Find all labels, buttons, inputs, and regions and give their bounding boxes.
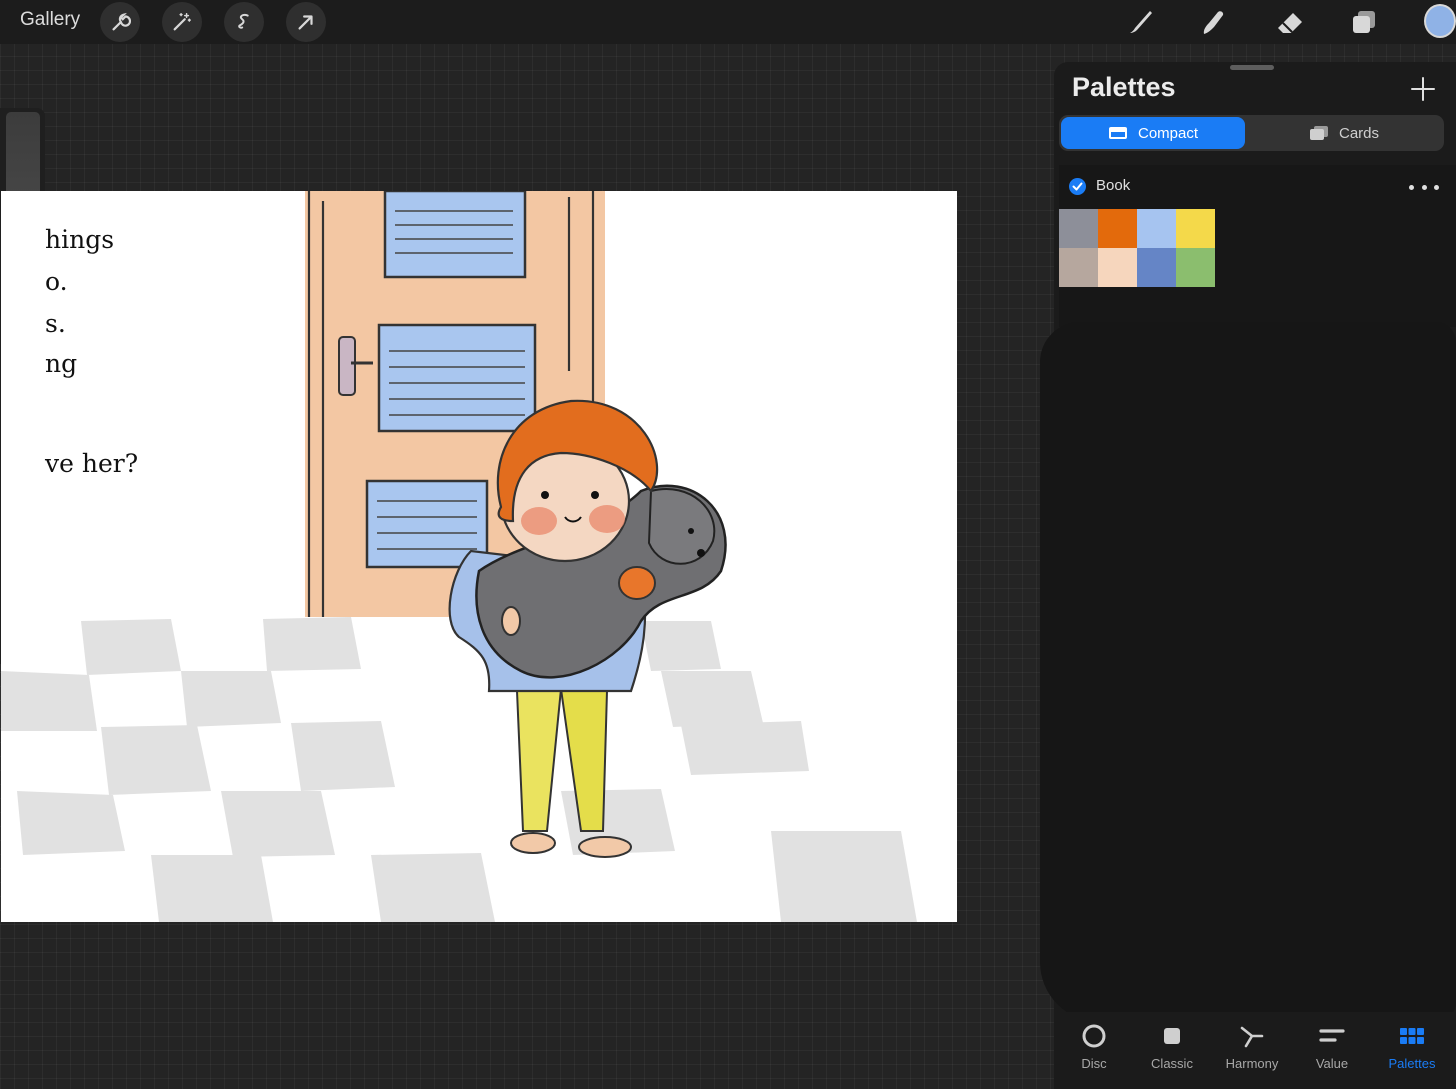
color-swatch[interactable] — [1137, 248, 1176, 287]
color-swatch[interactable] — [1098, 209, 1137, 248]
story-text-line: s. — [45, 309, 66, 338]
selection-icon[interactable] — [224, 2, 264, 42]
palette-swatches — [1059, 209, 1456, 327]
palette-header-book[interactable]: Book — [1059, 165, 1456, 209]
transform-arrow-icon[interactable] — [286, 2, 326, 42]
story-text-line: ng — [45, 349, 78, 378]
tab-value[interactable]: Value — [1292, 1022, 1372, 1082]
tab-harmony[interactable]: Harmony — [1212, 1022, 1292, 1082]
tab-disc[interactable]: Disc — [1054, 1022, 1134, 1082]
palettes-icon — [1400, 1028, 1424, 1044]
smudge-icon[interactable] — [1196, 4, 1232, 40]
panel-title: Palettes — [1072, 72, 1176, 102]
color-swatch[interactable] — [1176, 209, 1215, 248]
magic-wand-icon[interactable] — [162, 2, 202, 42]
color-swatch[interactable] — [1137, 209, 1176, 248]
layers-icon[interactable] — [1346, 4, 1382, 40]
redacted-region — [1040, 322, 1456, 1022]
story-text-line: o. — [45, 267, 68, 296]
tab-label: Value — [1315, 1056, 1349, 1071]
color-swatch[interactable] — [1098, 248, 1137, 287]
value-icon — [1319, 1029, 1345, 1042]
color-mode-tabs: Disc Classic Harmony Value Palettes — [1054, 1012, 1456, 1089]
illustration — [1, 191, 917, 922]
panel-grabber[interactable] — [1230, 65, 1274, 70]
eraser-icon[interactable] — [1272, 4, 1308, 40]
tab-label: Palettes — [1388, 1056, 1436, 1071]
default-check-icon[interactable] — [1069, 178, 1086, 195]
color-swatch[interactable] — [1059, 209, 1098, 248]
tab-label: Classic — [1151, 1056, 1193, 1071]
compact-icon — [1108, 127, 1127, 139]
classic-icon — [1164, 1028, 1180, 1044]
wrench-icon[interactable] — [100, 2, 140, 42]
cards-icon — [1309, 126, 1328, 140]
view-toggle: Compact Cards — [1059, 115, 1444, 151]
add-palette-icon[interactable] — [1410, 76, 1436, 102]
color-swatch[interactable] — [1176, 248, 1215, 287]
tab-label: Harmony — [1225, 1056, 1279, 1071]
tab-classic[interactable]: Classic — [1132, 1022, 1212, 1082]
color-swatch[interactable] — [1059, 248, 1098, 287]
story-text-line: ve her? — [45, 449, 139, 478]
compact-label: Compact — [1137, 124, 1199, 142]
more-options-icon[interactable] — [1409, 177, 1439, 197]
compact-view-button[interactable]: Compact — [1061, 117, 1245, 149]
tab-label: Disc — [1081, 1056, 1107, 1071]
story-text-line: hings — [45, 225, 115, 254]
harmony-icon — [1240, 1026, 1264, 1048]
palette-name: Book — [1096, 177, 1131, 194]
brush-icon[interactable] — [1122, 4, 1158, 40]
tab-palettes[interactable]: Palettes — [1372, 1022, 1452, 1082]
drawing-canvas[interactable]: hings o. s. ng ve her? — [1, 191, 957, 922]
disc-icon — [1082, 1024, 1106, 1048]
gallery-button[interactable]: Gallery — [20, 9, 80, 31]
cards-view-button[interactable]: Cards — [1249, 117, 1439, 149]
current-color-button[interactable] — [1424, 4, 1456, 38]
cards-label: Cards — [1338, 124, 1379, 142]
top-toolbar: Gallery — [0, 0, 1456, 44]
